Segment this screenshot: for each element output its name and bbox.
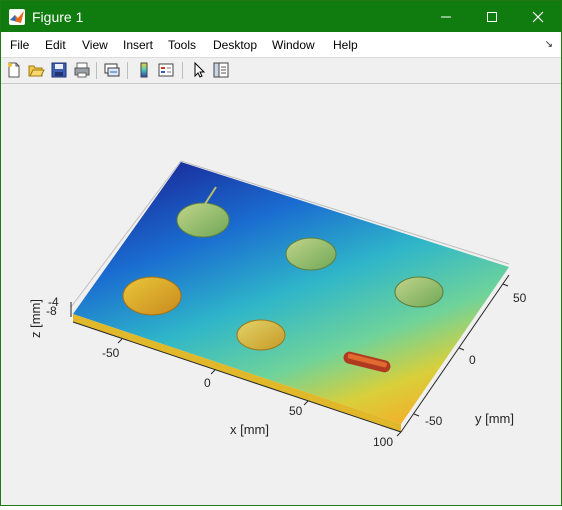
coin-5 xyxy=(236,319,286,351)
x-axis-label: x [mm] xyxy=(230,422,269,437)
toolbar-separator xyxy=(182,62,183,79)
y-tick-mark xyxy=(458,347,465,351)
x-tick-mark xyxy=(396,431,402,437)
figure-window: Figure 1 File Edit View Insert Tools Des… xyxy=(0,0,562,506)
menu-file[interactable]: File xyxy=(10,38,29,52)
x-tick-label: -50 xyxy=(102,346,120,360)
y-tick-label: -50 xyxy=(425,414,443,428)
x-tick-mark xyxy=(210,369,216,375)
menu-insert[interactable]: Insert xyxy=(123,38,153,52)
y-tick-mark xyxy=(502,283,509,287)
y-tick-mark xyxy=(413,413,420,417)
maximize-button[interactable] xyxy=(469,1,515,32)
close-icon xyxy=(532,11,544,22)
x-tick-label: 0 xyxy=(204,376,211,390)
y-tick-label: 0 xyxy=(469,353,476,367)
window-title: Figure 1 xyxy=(32,9,84,25)
minimize-button[interactable] xyxy=(423,1,469,32)
link-plot-icon[interactable] xyxy=(103,61,121,79)
minimize-icon xyxy=(441,16,451,17)
toolbar-separator xyxy=(127,62,128,79)
x-tick-label: 50 xyxy=(289,404,303,418)
y-tick-label: 50 xyxy=(513,291,527,305)
menu-bar: File Edit View Insert Tools Desktop Wind… xyxy=(1,32,561,58)
edit-plot-icon[interactable] xyxy=(190,61,208,79)
z-tick-label: -8 xyxy=(46,304,57,318)
coin-2 xyxy=(285,237,337,271)
toolbar xyxy=(1,58,561,84)
save-icon[interactable] xyxy=(50,61,68,79)
y-axis-label: y [mm] xyxy=(475,411,514,426)
surface-plot[interactable] xyxy=(1,84,561,505)
menu-expand-icon[interactable]: ↘ xyxy=(545,39,553,50)
maximize-icon xyxy=(487,11,497,22)
plot-area[interactable]: -50 0 50 100 50 0 -50 -4 -6 -8 x [mm] y … xyxy=(1,84,561,505)
menu-tools[interactable]: Tools xyxy=(168,38,196,52)
property-inspector-icon[interactable] xyxy=(212,61,230,79)
menu-edit[interactable]: Edit xyxy=(45,38,66,52)
menu-view[interactable]: View xyxy=(82,38,108,52)
colorbar-icon[interactable] xyxy=(135,61,153,79)
title-bar[interactable]: Figure 1 xyxy=(1,1,561,32)
x-tick-mark xyxy=(303,400,309,406)
menu-help[interactable]: Help xyxy=(333,38,358,52)
menu-desktop[interactable]: Desktop xyxy=(213,38,257,52)
new-figure-icon[interactable] xyxy=(5,61,23,79)
toolbar-separator xyxy=(96,62,97,79)
legend-icon[interactable] xyxy=(157,61,175,79)
x-tick-label: 100 xyxy=(373,435,394,449)
coin-4 xyxy=(122,276,182,316)
z-axis-label: z [mm] xyxy=(28,299,43,338)
x-tick-mark xyxy=(117,338,123,344)
close-button[interactable] xyxy=(515,1,561,32)
open-file-icon[interactable] xyxy=(27,61,45,79)
coin-3 xyxy=(394,276,444,308)
matlab-icon xyxy=(9,9,25,25)
print-icon[interactable] xyxy=(73,61,91,79)
menu-window[interactable]: Window xyxy=(272,38,315,52)
coin-1 xyxy=(176,202,230,238)
